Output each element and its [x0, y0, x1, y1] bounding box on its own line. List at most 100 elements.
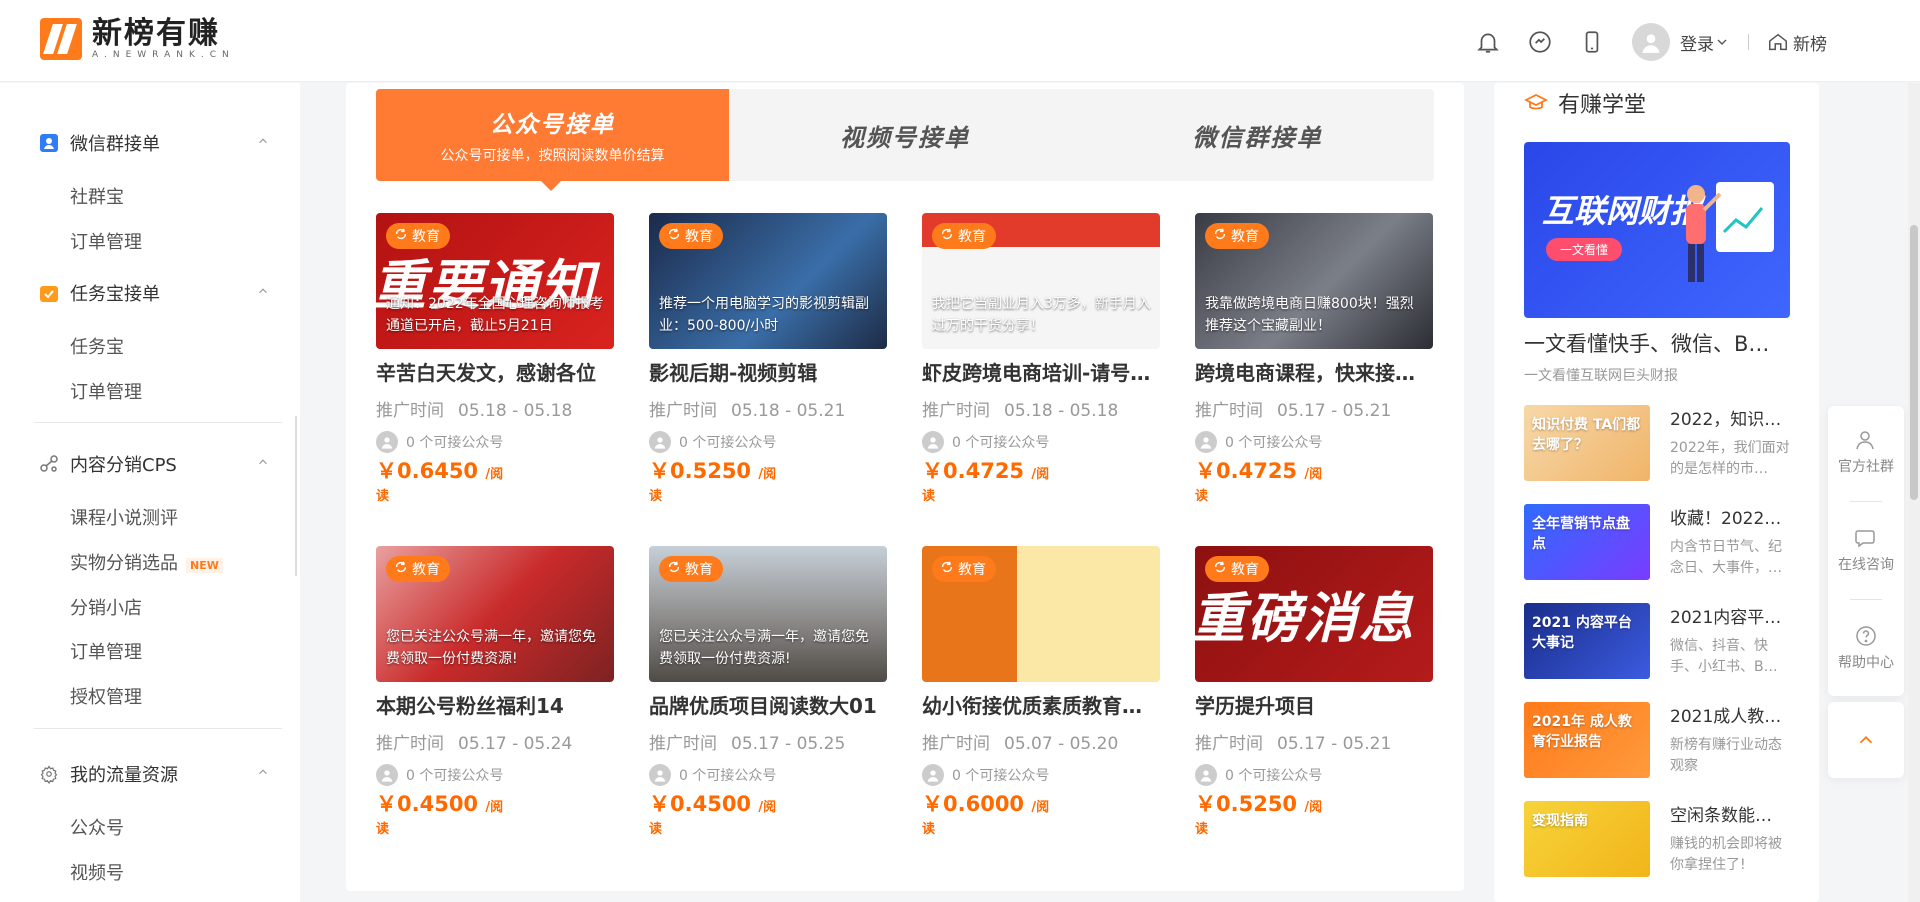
price-unit-cont: 读: [1195, 489, 1209, 504]
unit-price: ￥0.4500 /阅读: [649, 792, 887, 838]
chevron-up-icon[interactable]: [256, 765, 270, 779]
help-center-button[interactable]: 帮助中心: [1828, 624, 1904, 672]
sidebar-item-shipinhao[interactable]: 视频号: [70, 859, 124, 885]
card-thumbnail[interactable]: 教育 我把它当副业月入3万多，新手月入过万的干货分享！: [922, 213, 1160, 349]
bell-icon[interactable]: [1474, 28, 1502, 56]
chat-icon[interactable]: [1526, 28, 1554, 56]
page-scrollbar[interactable]: [1910, 225, 1918, 500]
featured-title[interactable]: 一文看懂快手、微信、B站…: [1524, 328, 1790, 358]
avatar-icon[interactable]: [1632, 23, 1670, 61]
home-link[interactable]: 新榜: [1767, 30, 1827, 55]
academy-thumbnail[interactable]: 全年营销节点盘点: [1524, 504, 1650, 580]
order-card[interactable]: 重要通知 教育 通知：2022年全国心理咨询师报考通道已开启，截止5月21日 辛…: [376, 213, 614, 505]
online-consult-button[interactable]: 在线咨询: [1828, 526, 1904, 574]
logo-subtitle: A.NEWRANK.CN: [92, 50, 235, 60]
order-card[interactable]: 重磅消息 教育 学历提升项目 推广时间 05.17 - 05.21 0 个可接公众…: [1195, 546, 1433, 838]
card-thumbnail[interactable]: 教育 我靠做跨境电商日赚800块！强烈推荐这个宝藏副业！: [1195, 213, 1433, 349]
order-card[interactable]: 教育 您已关注公众号满一年，邀请您免费领取一份付费资源! 本期公号粉丝福利14 …: [376, 546, 614, 838]
banner-button: 一文看懂: [1546, 238, 1623, 261]
academy-item-title[interactable]: 2021成人教…: [1670, 702, 1794, 727]
back-to-top-button[interactable]: [1828, 702, 1904, 778]
category-tag: 教育: [659, 556, 723, 582]
sidebar-section-traffic[interactable]: 我的流量资源: [40, 761, 270, 787]
tab-shipinhao[interactable]: 视频号接单: [729, 89, 1081, 181]
academy-thumbnail[interactable]: 变现指南: [1524, 801, 1650, 877]
sidebar-item-auth[interactable]: 授权管理: [70, 683, 142, 709]
refresh-icon: [940, 560, 958, 578]
login-dropdown[interactable]: 登录: [1680, 30, 1730, 55]
card-thumbnail[interactable]: 教育 推荐一个用电脑学习的影视剪辑副业：500-800/小时: [649, 213, 887, 349]
price-value: ￥0.6450: [376, 459, 479, 483]
card-thumbnail[interactable]: 重磅消息 教育: [1195, 546, 1433, 682]
sidebar-section-cps[interactable]: 内容分销CPS: [40, 451, 270, 477]
sidebar-item-orders-1[interactable]: 订单管理: [70, 228, 142, 254]
price-unit: /阅: [1304, 467, 1323, 482]
sidebar-item-gongzhonghao[interactable]: 公众号: [70, 814, 124, 840]
available-accounts-text: 0 个可接公众号: [406, 768, 504, 784]
card-thumbnail[interactable]: 教育 您已关注公众号满一年，邀请您免费领取一份付费资源!: [649, 546, 887, 682]
card-title[interactable]: 品牌优质项目阅读数大01: [649, 690, 887, 719]
sidebar-section-wechat-group[interactable]: 微信群接单: [40, 130, 270, 156]
featured-banner[interactable]: 互联网财报 一文看懂: [1524, 142, 1790, 318]
card-thumbnail[interactable]: 教育 您已关注公众号满一年，邀请您免费领取一份付费资源!: [376, 546, 614, 682]
academy-item-title[interactable]: 2022，知识…: [1670, 405, 1794, 430]
order-card[interactable]: 教育 我靠做跨境电商日赚800块！强烈推荐这个宝藏副业！ 跨境电商课程，快来接……: [1195, 213, 1433, 505]
sidebar-scrollbar[interactable]: [295, 416, 297, 576]
sidebar-item-orders-3[interactable]: 订单管理: [70, 638, 142, 664]
order-card[interactable]: 教育 幼小衔接优质素质教育… 推广时间 05.07 - 05.20 0 个可接公众…: [922, 546, 1160, 838]
official-community-button[interactable]: 官方社群: [1828, 428, 1904, 476]
sidebar-item-course-review[interactable]: 课程小说测评: [70, 504, 178, 530]
card-title[interactable]: 幼小衔接优质素质教育…: [922, 690, 1160, 719]
chevron-up-icon[interactable]: [256, 455, 270, 469]
order-card[interactable]: 教育 推荐一个用电脑学习的影视剪辑副业：500-800/小时 影视后期-视频剪辑…: [649, 213, 887, 505]
available-accounts-text: 0 个可接公众号: [952, 435, 1050, 451]
academy-item-title[interactable]: 2021内容平…: [1670, 603, 1794, 628]
academy-list-item[interactable]: 2021年 成人教育行业报告 2021成人教… 新榜有赚行业动态观察: [1524, 702, 1790, 782]
academy-thumbnail[interactable]: 知识付费 TA们都去哪了？: [1524, 405, 1650, 481]
academy-list-item[interactable]: 全年营销节点盘点 收藏！2022… 内含节日节气、纪念日、大事件，…: [1524, 504, 1790, 584]
logo-title: 新榜有赚: [92, 16, 220, 51]
sidebar-item-physical-selection[interactable]: 实物分销选品 NEW: [70, 549, 223, 575]
card-thumbnail[interactable]: 教育: [922, 546, 1160, 682]
academy-item-title[interactable]: 收藏！2022…: [1670, 504, 1794, 529]
refresh-icon: [1213, 560, 1231, 578]
card-title[interactable]: 辛苦白天发文，感谢各位: [376, 357, 614, 386]
academy-thumbnail[interactable]: 2021 内容平台 大事记: [1524, 603, 1650, 679]
academy-list-item[interactable]: 知识付费 TA们都去哪了？ 2022，知识… 2022年，我们面对的是怎样的市…: [1524, 405, 1790, 485]
chevron-up-icon[interactable]: [256, 134, 270, 148]
chevron-up-icon: [1859, 735, 1873, 744]
card-title[interactable]: 学历提升项目: [1195, 690, 1433, 719]
academy-thumbnail[interactable]: 2021年 成人教育行业报告: [1524, 702, 1650, 778]
sidebar-item-shequnbao[interactable]: 社群宝: [70, 183, 124, 209]
order-card[interactable]: 教育 我把它当副业月入3万多，新手月入过万的干货分享！ 虾皮跨境电商培训-请号……: [922, 213, 1160, 505]
promo-time-range: 05.18 - 05.18: [1004, 401, 1119, 421]
promo-time-label: 推广时间: [649, 401, 717, 421]
sidebar-item-orders-2[interactable]: 订单管理: [70, 378, 142, 404]
card-title[interactable]: 影视后期-视频剪辑: [649, 357, 887, 386]
user-group-icon: [1856, 431, 1874, 450]
sidebar-section-task[interactable]: 任务宝接单: [40, 280, 270, 306]
academy-title-text: 有赚学堂: [1558, 93, 1647, 118]
account-avatar-icon: [922, 764, 944, 786]
logo[interactable]: 新榜有赚 A.NEWRANK.CN: [40, 18, 235, 60]
tab-gongzhonghao[interactable]: 公众号接单 公众号可接单，按照阅读数单价结算: [376, 89, 729, 191]
share-icon: [40, 455, 58, 473]
sidebar-item-taskbao[interactable]: 任务宝: [70, 333, 124, 359]
price-unit: /阅: [1031, 800, 1050, 815]
chevron-up-icon[interactable]: [256, 284, 270, 298]
card-title[interactable]: 跨境电商课程，快来接…: [1195, 357, 1433, 386]
academy-item-title[interactable]: 空闲条数能…: [1670, 801, 1794, 826]
academy-list-item[interactable]: 变现指南 空闲条数能… 赚钱的机会即将被你拿捏住了!: [1524, 801, 1790, 881]
available-accounts: 0 个可接公众号: [922, 431, 1160, 453]
sidebar-item-mini-shop[interactable]: 分销小店: [70, 594, 142, 620]
available-accounts-text: 0 个可接公众号: [1225, 768, 1323, 784]
tab-wechat-group[interactable]: 微信群接单: [1081, 89, 1434, 181]
order-card[interactable]: 教育 您已关注公众号满一年，邀请您免费领取一份付费资源! 品牌优质项目阅读数大0…: [649, 546, 887, 838]
phone-icon[interactable]: [1578, 28, 1606, 56]
sidebar-section-label: 微信群接单: [70, 134, 160, 155]
academy-list-item[interactable]: 2021 内容平台 大事记 2021内容平… 微信、抖音、快手、小红书、B…: [1524, 603, 1790, 683]
card-thumbnail[interactable]: 重要通知 教育 通知：2022年全国心理咨询师报考通道已开启，截止5月21日: [376, 213, 614, 349]
card-title[interactable]: 本期公号粉丝福利14: [376, 690, 614, 719]
sidebar-section-label: 任务宝接单: [70, 284, 160, 305]
card-title[interactable]: 虾皮跨境电商培训-请号…: [922, 357, 1160, 386]
